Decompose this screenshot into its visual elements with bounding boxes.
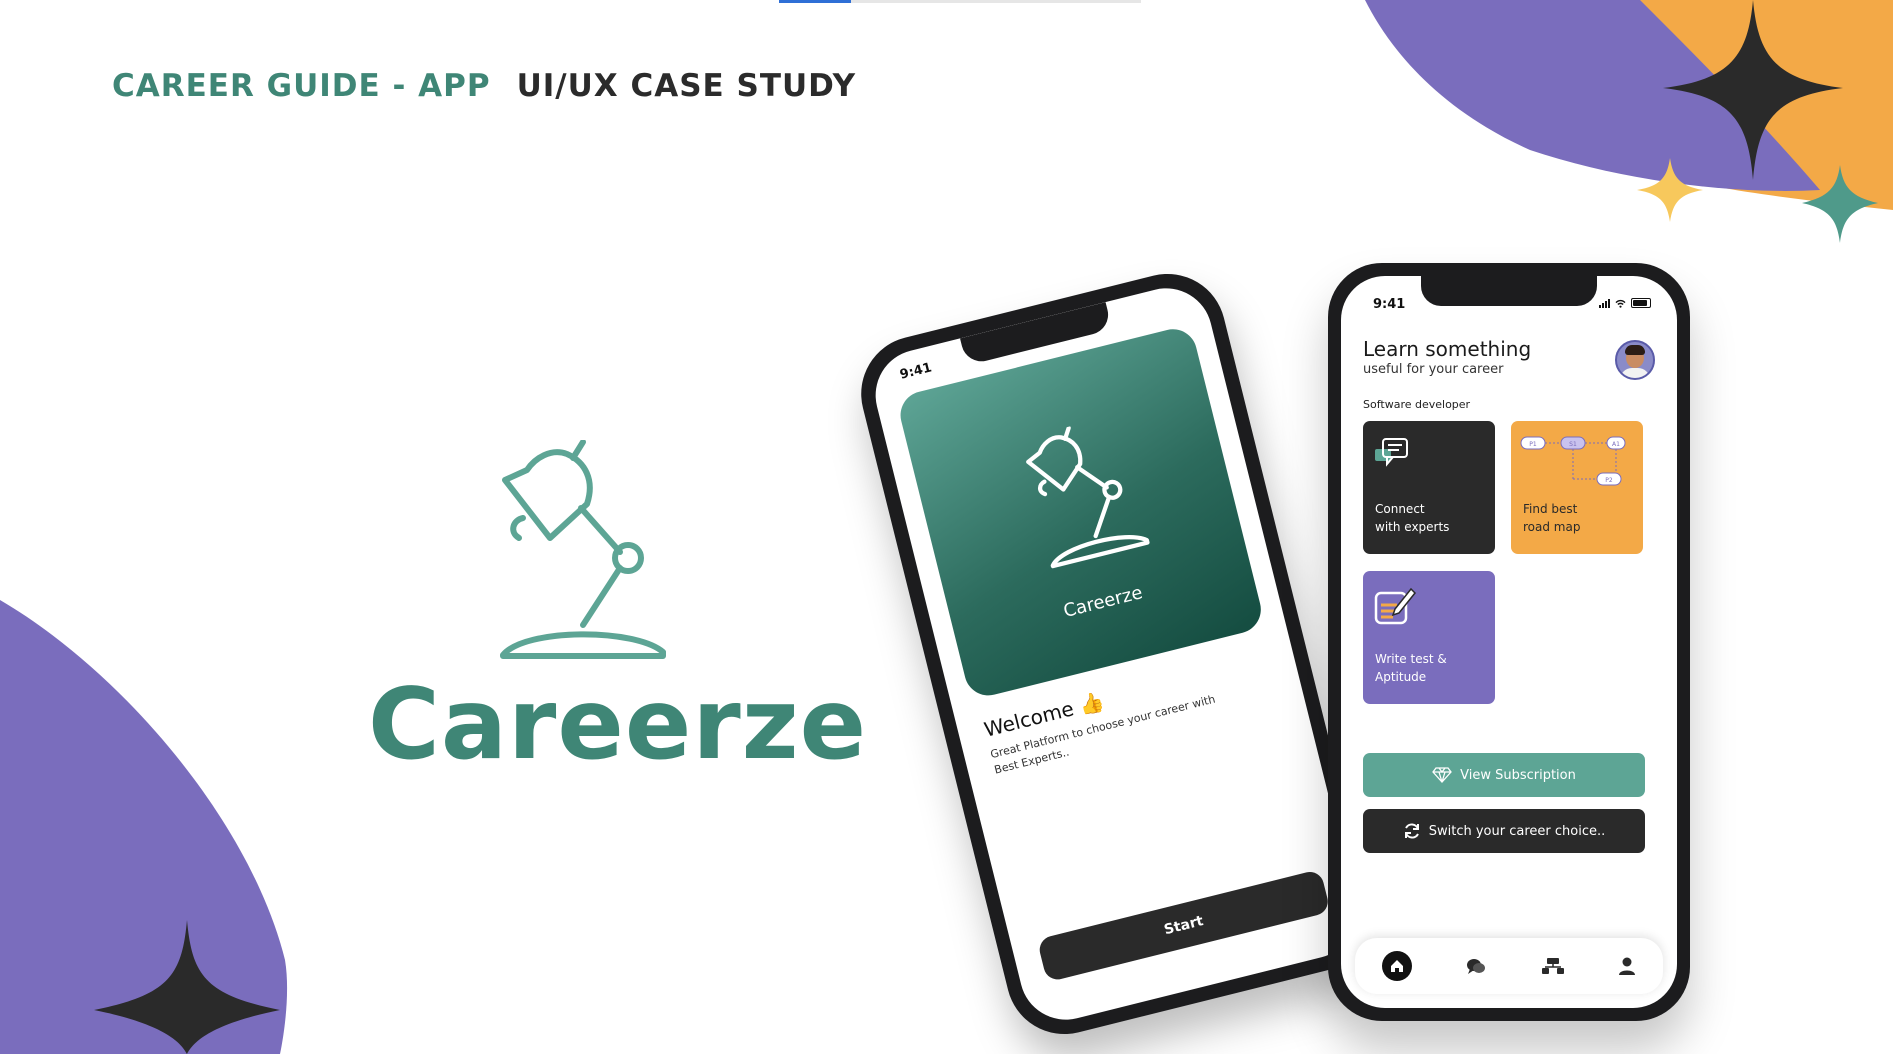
- avatar[interactable]: [1615, 340, 1655, 380]
- lamp-logo-icon: [500, 440, 666, 659]
- write-test-icon: [1374, 587, 1417, 625]
- card-connect-experts[interactable]: Connect with experts: [1363, 421, 1495, 554]
- roadmap-node-p1: P1: [1529, 441, 1537, 448]
- status-time: 9:41: [1373, 297, 1406, 312]
- card-test-label: Write test & Aptitude: [1375, 652, 1447, 684]
- roadmap-nav-icon[interactable]: [1541, 956, 1565, 976]
- battery-icon: [1631, 298, 1651, 308]
- home-icon[interactable]: [1381, 951, 1412, 981]
- refresh-icon: [1404, 823, 1419, 839]
- chat-bubbles-icon[interactable]: [1465, 956, 1487, 976]
- purple-blob-bottom: [0, 600, 288, 1054]
- bottom-nav: [1355, 938, 1663, 994]
- brand-name: Careerze: [368, 668, 868, 782]
- view-subscription-button[interactable]: View Subscription: [1363, 753, 1645, 797]
- card-connect-label: Connect with experts: [1375, 502, 1450, 534]
- header-title-right: UI/UX CASE STUDY: [516, 68, 857, 104]
- splash-brand-name: Careerze: [1061, 582, 1145, 623]
- status-time: 9:41: [898, 360, 934, 383]
- wifi-icon: [1615, 299, 1626, 308]
- page-header: CAREER GUIDE - APP UI/UX CASE STUDY: [112, 68, 856, 104]
- splash-card: Careerze: [895, 324, 1266, 701]
- splash-lamp-icon: [1026, 425, 1150, 569]
- career-label: Software developer: [1363, 398, 1471, 411]
- welcome-text: Great Platform to choose your career wit…: [989, 692, 1217, 777]
- diamond-icon: [1432, 767, 1452, 783]
- top-divider-accent: [779, 0, 851, 3]
- chat-icon: [1375, 438, 1408, 467]
- home-title: Learn something: [1363, 337, 1532, 361]
- card-road-label: Find best road map: [1523, 502, 1581, 534]
- profile-icon[interactable]: [1618, 956, 1636, 976]
- signal-icon: [1599, 298, 1610, 308]
- card-road-map[interactable]: P1 S1 A1 P2 Find best road map: [1511, 421, 1643, 554]
- roadmap-icon: P1 S1 A1 P2: [1520, 436, 1626, 486]
- phone-notch: [1421, 276, 1597, 306]
- switch-career-button[interactable]: Switch your career choice..: [1363, 809, 1645, 853]
- roadmap-node-a1: A1: [1612, 441, 1620, 448]
- home-subtitle: useful for your career: [1363, 362, 1504, 377]
- status-icons: [1599, 298, 1651, 308]
- card-write-test[interactable]: Write test & Aptitude: [1363, 571, 1495, 704]
- phone-mockup-right: 9:41 Learn something useful for your car…: [1328, 263, 1690, 1021]
- view-subscription-label: View Subscription: [1460, 767, 1576, 783]
- roadmap-node-s1: S1: [1569, 441, 1577, 448]
- start-button[interactable]: Start: [1036, 869, 1331, 983]
- phone-right-screen: 9:41 Learn something useful for your car…: [1341, 276, 1677, 1008]
- header-title-left: CAREER GUIDE - APP: [112, 68, 491, 104]
- roadmap-node-p2: P2: [1605, 477, 1613, 484]
- switch-career-label: Switch your career choice..: [1428, 823, 1606, 839]
